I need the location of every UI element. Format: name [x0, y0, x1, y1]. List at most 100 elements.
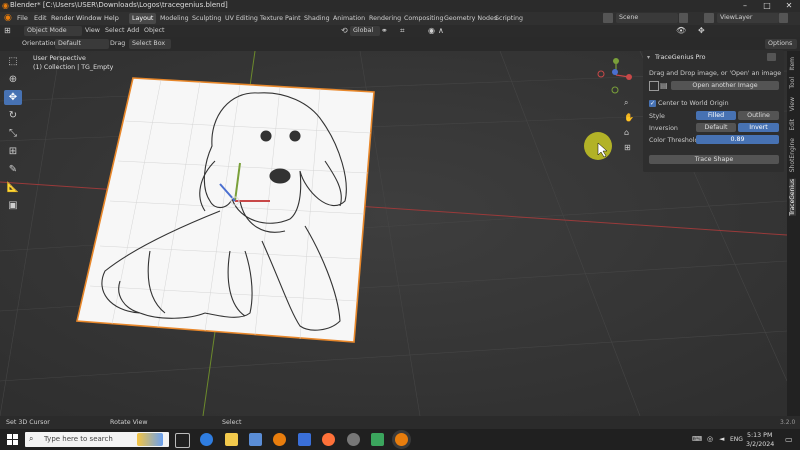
network-icon[interactable]: ◎ [707, 435, 713, 443]
zoom-icon[interactable]: ⌕ [624, 98, 628, 108]
windows-start-icon[interactable] [7, 434, 18, 445]
clock-date[interactable]: 3/2/2024 [746, 441, 774, 448]
rotate-icon[interactable]: ↻ [4, 108, 22, 123]
menu-edit[interactable]: Edit [34, 14, 47, 22]
taskbar-search[interactable]: ⌕ Type here to search [25, 432, 169, 447]
new-view-layer-icon[interactable] [779, 13, 788, 23]
clock-time[interactable]: 5:13 PM [747, 432, 772, 439]
new-scene-icon[interactable] [679, 13, 688, 23]
measure-icon[interactable]: 📐 [4, 180, 22, 195]
firefox-icon[interactable] [322, 433, 335, 446]
menu-help[interactable]: Help [104, 14, 119, 22]
maximize-button[interactable]: □ [756, 0, 778, 12]
blender-taskbar-icon-active[interactable] [395, 433, 408, 446]
menu-view[interactable]: View [85, 26, 100, 36]
menu-window[interactable]: Window [76, 14, 102, 22]
transform-orientation-selector[interactable]: Global [350, 26, 380, 36]
menu-add[interactable]: Add [127, 26, 139, 36]
tab-tool[interactable]: Tool [789, 77, 796, 89]
inversion-invert-button[interactable]: Invert [738, 123, 779, 132]
add-cube-icon[interactable]: ▣ [4, 198, 22, 213]
menu-file[interactable]: File [17, 14, 28, 22]
status-bar: Set 3D Cursor Rotate View Select 3.2.0 [0, 416, 800, 429]
file-explorer-icon[interactable] [225, 433, 238, 446]
minimize-button[interactable]: – [734, 0, 756, 12]
mode-selector[interactable]: Object Mode [24, 26, 82, 36]
tab-modeling[interactable]: Modeling [157, 13, 192, 24]
notepad-icon[interactable] [371, 433, 384, 446]
mail-icon[interactable] [298, 433, 311, 446]
center-world-checkbox[interactable]: ✓ [649, 100, 656, 107]
folder-icon[interactable]: ▤ [660, 81, 668, 90]
scene-icon[interactable] [603, 13, 613, 23]
panel-options-icon[interactable] [767, 53, 776, 61]
options-dropdown[interactable]: Options [765, 39, 797, 49]
visibility-icon[interactable]: 👁 [676, 26, 686, 36]
tab-sculpting[interactable]: Sculpting [189, 13, 224, 24]
camera-icon[interactable]: ⌂ [624, 128, 629, 137]
view-layer-icon[interactable] [704, 13, 714, 23]
tab-item[interactable]: Item [789, 57, 796, 71]
threshold-slider[interactable]: 0.89 [696, 135, 779, 144]
scene-selector[interactable]: Scene [616, 13, 678, 23]
select-box-icon[interactable]: ⬚ [4, 54, 22, 69]
tab-scripting[interactable]: Scripting [492, 13, 526, 24]
transform-icon[interactable]: ⊞ [4, 144, 22, 159]
ortho-grid-icon[interactable]: ⊞ [624, 143, 631, 152]
gizmo-icon[interactable]: ✥ [698, 26, 705, 36]
scale-icon[interactable]: ⤡ [4, 126, 22, 141]
tab-edit[interactable]: Edit [789, 119, 796, 131]
open-image-button[interactable]: Open another Image [671, 81, 779, 90]
top-menu-bar: ◉ File Edit Render Window Help Layout Mo… [0, 12, 800, 25]
volume-icon[interactable]: ◄ [719, 435, 724, 443]
tab-texture-paint[interactable]: Texture Paint [257, 13, 304, 24]
blender-menu-icon[interactable]: ◉ [4, 13, 12, 23]
close-button[interactable]: ✕ [778, 0, 800, 12]
proportional-edit-icon[interactable]: ◉ [428, 26, 435, 36]
snap-icon[interactable]: ⌗ [400, 26, 405, 36]
editor-type-icon[interactable]: ⊞ [4, 26, 11, 36]
store-icon[interactable] [249, 433, 262, 446]
style-filled-button[interactable]: Filled [696, 111, 736, 120]
settings-icon[interactable] [347, 433, 360, 446]
tab-uv-editing[interactable]: UV Editing [222, 13, 261, 24]
trace-shape-button[interactable]: Trace Shape [649, 155, 779, 164]
navigation-gizmo[interactable] [596, 55, 636, 95]
tab-animation[interactable]: Animation [330, 13, 368, 24]
left-toolbar: ⬚ ⊕ ✥ ↻ ⤡ ⊞ ✎ 📐 ▣ [4, 54, 24, 216]
tab-shading[interactable]: Shading [301, 13, 333, 24]
drag-selector[interactable]: Select Box [129, 39, 171, 49]
style-label: Style [649, 113, 665, 120]
tab-rendering[interactable]: Rendering [366, 13, 404, 24]
tab-layout[interactable]: Layout [129, 13, 157, 24]
menu-object[interactable]: Object [144, 26, 165, 36]
keyboard-icon[interactable]: ⌨ [692, 435, 702, 443]
pivot-icon[interactable]: ⚭ [381, 26, 388, 36]
menu-render[interactable]: Render [51, 14, 74, 22]
task-view-icon[interactable] [175, 433, 190, 448]
panel-collapse-icon[interactable]: ▾ [647, 54, 650, 61]
inversion-default-button[interactable]: Default [696, 123, 736, 132]
blender-taskbar-icon-1[interactable] [273, 433, 286, 446]
transform-orientation-icon[interactable]: ⟲ [341, 26, 348, 36]
falloff-icon[interactable]: ∧ [438, 26, 444, 36]
panel-title: TraceGenius Pro [655, 54, 706, 61]
style-outline-button[interactable]: Outline [738, 111, 779, 120]
notification-icon[interactable]: ▭ [785, 435, 793, 444]
threshold-label: Color Threshold [649, 137, 699, 144]
orientation-selector[interactable]: Default [55, 39, 109, 49]
tab-tracegenius[interactable]: TraceGenius [789, 179, 796, 216]
menu-select[interactable]: Select [105, 26, 124, 36]
tab-view[interactable]: View [789, 97, 796, 111]
tracegenius-panel: ▾ TraceGenius Pro Drag and Drop image, o… [643, 50, 784, 172]
edge-icon[interactable] [200, 433, 213, 446]
annotate-icon[interactable]: ✎ [4, 162, 22, 177]
tool-header: Orientation Default Drag Select Box Opti… [0, 37, 800, 51]
language-indicator[interactable]: ENG [730, 436, 743, 443]
pan-hand-icon[interactable]: ✋ [624, 113, 634, 122]
cursor-icon[interactable]: ⊕ [4, 72, 22, 87]
tab-compositing[interactable]: Compositing [401, 13, 446, 24]
view-layer-selector[interactable]: ViewLayer [717, 13, 779, 23]
tab-shotengine[interactable]: ShotEngine [789, 138, 796, 172]
move-icon[interactable]: ✥ [4, 90, 22, 105]
